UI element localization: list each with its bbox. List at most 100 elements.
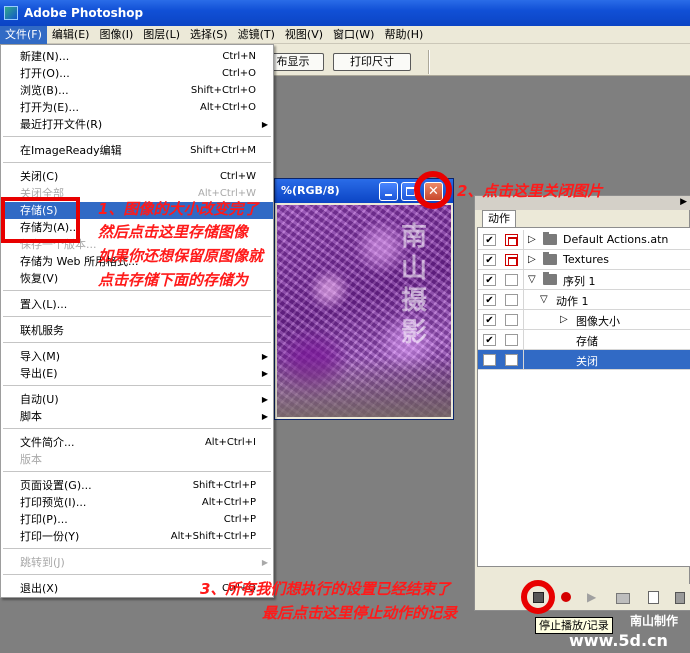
menu-window[interactable]: 窗口(W) [328,26,379,44]
annotation-step3-line1: 3、所有我们想执行的设置已经结束了 [200,580,451,598]
menu-item-edit-in-imageready[interactable]: 在ImageReady编辑 Shift+Ctrl+M [1,142,273,159]
options-divider [428,50,430,74]
dialog-toggle-icon[interactable] [505,294,518,306]
submenu-arrow-icon: ▶ [261,369,268,378]
annotation-step1-line4: 点击存储下面的存储为 [98,271,249,289]
actions-list: ✔ ▷ Default Actions.atn ✔ ▷ Textures ✔ ▽… [477,227,690,567]
menu-image[interactable]: 图像(I) [94,26,138,44]
check-icon[interactable]: ✔ [483,234,496,246]
check-icon[interactable]: ✔ [483,314,496,326]
check-icon[interactable]: ✔ [483,354,496,366]
action-row-set-1[interactable]: ✔ ▽ 序列 1 [478,270,690,290]
action-row-textures[interactable]: ✔ ▷ Textures [478,250,690,270]
collapse-triangle-icon[interactable]: ▽ [540,294,548,306]
image-canvas[interactable]: 南山摄影 [277,205,451,417]
print-size-button[interactable]: 打印尺寸 [333,53,411,71]
action-row-default-actions[interactable]: ✔ ▷ Default Actions.atn [478,230,690,250]
menu-item-scripts[interactable]: 脚本 ▶ [1,408,273,425]
new-set-button[interactable] [615,590,630,604]
folder-icon [543,252,557,265]
menu-item-online-services[interactable]: 联机服务 [1,322,273,339]
folder-icon [543,232,557,245]
menu-help[interactable]: 帮助(H) [379,26,428,44]
menu-item-jump-to[interactable]: 跳转到(J) ▶ [1,554,273,571]
expand-triangle-icon[interactable]: ▷ [528,254,536,266]
menu-filter[interactable]: 滤镜(T) [233,26,280,44]
menu-separator [3,574,271,575]
dialog-toggle-icon[interactable] [505,254,518,266]
menu-item-close[interactable]: 关闭(C) Ctrl+W [1,168,273,185]
menu-item-versions[interactable]: 版本 [1,451,273,468]
menu-separator [3,316,271,317]
dialog-toggle-icon[interactable] [505,314,518,326]
site-url: www.5d.cn [569,631,668,650]
collapse-triangle-icon[interactable]: ▽ [528,274,536,286]
menu-select[interactable]: 选择(S) [185,26,233,44]
menu-item-new[interactable]: 新建(N)... Ctrl+N [1,48,273,65]
menu-separator [3,290,271,291]
submenu-arrow-icon: ▶ [261,395,268,404]
action-row-image-size[interactable]: ✔ ▷ 图像大小 [478,310,690,330]
expand-triangle-icon[interactable]: ▷ [528,234,536,246]
photoshop-app-icon [4,6,18,20]
check-icon[interactable]: ✔ [483,274,496,286]
record-button[interactable] [559,590,573,604]
menu-item-print-preview[interactable]: 打印预览(I)... Alt+Ctrl+P [1,494,273,511]
menu-separator [3,162,271,163]
menu-item-place[interactable]: 置入(L)... [1,296,273,313]
dialog-toggle-icon[interactable] [505,234,518,246]
check-icon[interactable]: ✔ [483,294,496,306]
dialog-toggle-icon[interactable] [505,274,518,286]
actions-palette: ▶ 动作 ✔ ▷ Default Actions.atn ✔ ▷ Texture… [474,195,690,611]
menu-file[interactable]: 文件(F) [0,25,47,44]
tab-actions[interactable]: 动作 [482,210,516,227]
expand-triangle-icon[interactable]: ▷ [560,314,568,326]
annotation-step1-line3: 如果你还想保留原图像就 [98,247,264,265]
menubar: 文件(F) 编辑(E) 图像(I) 图层(L) 选择(S) 滤镜(T) 视图(V… [0,25,690,44]
save-highlight-box [1,197,80,243]
dialog-toggle-icon[interactable] [505,354,518,366]
annotation-step1-line2: 然后点击这里存储图像 [98,223,249,241]
menu-item-automate[interactable]: 自动(U) ▶ [1,391,273,408]
check-icon[interactable]: ✔ [483,334,496,346]
menu-edit[interactable]: 编辑(E) [47,26,95,44]
file-menu: 新建(N)... Ctrl+N 打开(O)... Ctrl+O 浏览(B)... Sh… [0,44,274,598]
menu-item-export[interactable]: 导出(E) ▶ [1,365,273,382]
annotation-step1-line1: 1、图像的大小改变完了 [98,200,259,218]
menu-separator [3,136,271,137]
minimize-icon [385,194,392,196]
menu-view[interactable]: 视图(V) [280,26,328,44]
document-window: %(RGB/8) ✕ 南山摄影 [274,178,454,420]
menu-item-print-one-copy[interactable]: 打印一份(Y) Alt+Shift+Ctrl+P [1,528,273,545]
action-row-close[interactable]: ✔ 关闭 [478,350,690,370]
menu-item-file-info[interactable]: 文件简介... Alt+Ctrl+I [1,434,273,451]
annotation-step3-line2: 最后点击这里停止动作的记录 [262,604,458,622]
photo-watermark: 南山摄影 [400,222,427,348]
check-icon[interactable]: ✔ [483,254,496,266]
actions-toolbar: ▶ [475,584,690,610]
action-row-action-1[interactable]: ✔ ▽ 动作 1 [478,290,690,310]
menu-item-recent-files[interactable]: 最近打开文件(R) ▶ [1,116,273,133]
submenu-arrow-icon: ▶ [261,120,268,129]
delete-button[interactable] [672,590,686,604]
stop-highlight-circle [521,580,555,614]
site-credit: 南山制作 [630,614,679,628]
minimize-button[interactable] [379,182,398,201]
document-title: %(RGB/8) [281,184,340,197]
palette-menu-arrow-icon[interactable]: ▶ [680,197,687,207]
dialog-toggle-icon[interactable] [505,334,518,346]
menu-item-open-as[interactable]: 打开为(E)... Alt+Ctrl+O [1,99,273,116]
play-button[interactable]: ▶ [587,590,601,604]
menu-item-browse[interactable]: 浏览(B)... Shift+Ctrl+O [1,82,273,99]
menu-item-open[interactable]: 打开(O)... Ctrl+O [1,65,273,82]
submenu-arrow-icon: ▶ [261,412,268,421]
menu-layer[interactable]: 图层(L) [138,26,185,44]
app-title: Adobe Photoshop [24,6,144,20]
menu-item-print[interactable]: 打印(P)... Ctrl+P [1,511,273,528]
action-row-save[interactable]: ✔ 存储 [478,330,690,350]
canvas-shadow [277,357,451,417]
menu-item-import[interactable]: 导入(M) ▶ [1,348,273,365]
menu-item-page-setup[interactable]: 页面设置(G)... Shift+Ctrl+P [1,477,273,494]
menu-separator [3,342,271,343]
new-action-button[interactable] [645,590,659,604]
